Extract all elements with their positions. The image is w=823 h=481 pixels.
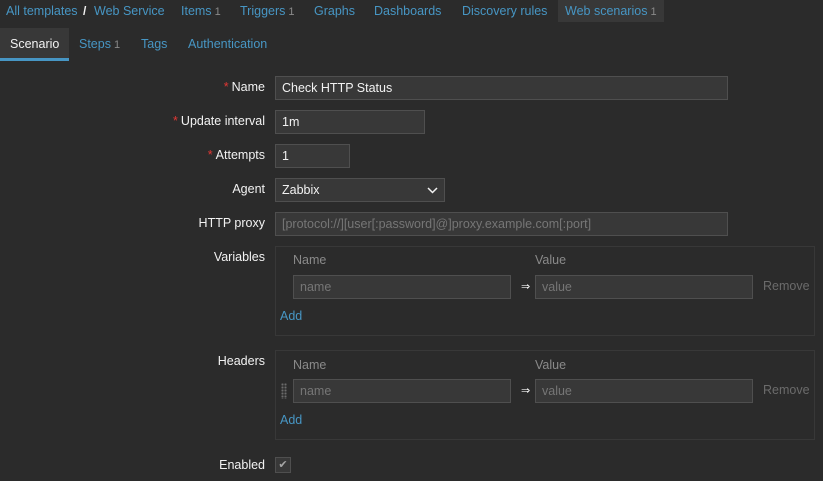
required-mark: *: [173, 114, 178, 128]
name-label: * Name: [224, 80, 265, 94]
nav-web-scenarios-label: Web scenarios: [565, 4, 648, 18]
agent-select[interactable]: Zabbix: [275, 178, 445, 202]
checkmark-icon: ✔: [278, 459, 288, 471]
tab-steps[interactable]: Steps 1: [79, 28, 120, 61]
nav-items-count: 1: [214, 6, 221, 18]
variables-value-header: Value: [535, 253, 567, 267]
name-label-text: Name: [231, 80, 265, 94]
header-name-input[interactable]: name: [293, 379, 511, 403]
variables-label: Variables: [213, 250, 265, 264]
update-interval-label-text: Update interval: [180, 114, 265, 128]
http-proxy-input[interactable]: [protocol://][user[:password]@]proxy.exa…: [275, 212, 728, 236]
header-remove-button[interactable]: Remove: [763, 383, 810, 397]
enabled-label: Enabled: [219, 458, 265, 472]
variable-add-button[interactable]: Add: [280, 309, 302, 323]
headers-name-header: Name: [293, 358, 327, 372]
drag-handle-icon[interactable]: [281, 383, 287, 399]
arrow-icon: ⇒: [521, 281, 531, 293]
tab-steps-count: 1: [113, 39, 121, 51]
nav-all-templates[interactable]: All templates: [6, 0, 78, 22]
nav-graphs[interactable]: Graphs: [314, 0, 355, 22]
form-tabs: Scenario Steps 1 Tags Authentication: [0, 28, 823, 61]
nav-triggers-count: 1: [288, 6, 295, 18]
tab-authentication[interactable]: Authentication: [188, 28, 267, 61]
variable-name-input[interactable]: name: [293, 275, 511, 299]
template-navigation: All templates / Web Service Items 1 Trigg…: [0, 0, 823, 22]
http-proxy-label: HTTP proxy: [198, 216, 265, 230]
tab-steps-label: Steps: [79, 37, 111, 51]
headers-label: Headers: [217, 354, 265, 368]
headers-value-header: Value: [535, 358, 567, 372]
variable-value-input[interactable]: value: [535, 275, 753, 299]
nav-items[interactable]: Items 1: [181, 0, 221, 22]
attempts-label-text: Attempts: [215, 148, 265, 162]
attempts-label: * Attempts: [208, 148, 265, 162]
attempts-input[interactable]: 1: [275, 144, 350, 168]
tab-scenario[interactable]: Scenario: [0, 28, 70, 61]
enabled-checkbox[interactable]: ✔: [275, 457, 291, 473]
agent-select-value: Zabbix: [282, 183, 320, 197]
nav-discovery-rules[interactable]: Discovery rules: [462, 0, 547, 22]
header-value-input[interactable]: value: [535, 379, 753, 403]
chevron-down-icon: [427, 179, 438, 201]
headers-table: Name Value name ⇒ value Remove Add: [275, 350, 815, 440]
tab-tags[interactable]: Tags: [141, 28, 167, 61]
variables-name-header: Name: [293, 253, 327, 267]
update-interval-label: * Update interval: [173, 114, 265, 128]
header-add-button[interactable]: Add: [280, 413, 302, 427]
arrow-icon: ⇒: [521, 385, 531, 397]
update-interval-input[interactable]: 1m: [275, 110, 425, 134]
nav-triggers[interactable]: Triggers 1: [240, 0, 295, 22]
required-mark: *: [207, 148, 213, 162]
breadcrumb-separator: /: [83, 4, 87, 18]
nav-web-scenarios-count: 1: [650, 6, 657, 18]
nav-dashboards[interactable]: Dashboards: [374, 0, 441, 22]
nav-template-name[interactable]: Web Service: [94, 0, 165, 22]
variables-table: Name Value name ⇒ value Remove Add: [275, 246, 815, 336]
nav-items-label: Items: [181, 4, 212, 18]
variable-remove-button[interactable]: Remove: [763, 279, 810, 293]
name-input[interactable]: Check HTTP Status: [275, 76, 728, 100]
required-mark: *: [223, 80, 229, 94]
agent-label: Agent: [232, 182, 265, 196]
nav-triggers-label: Triggers: [240, 4, 286, 18]
nav-web-scenarios[interactable]: Web scenarios 1: [558, 0, 664, 22]
